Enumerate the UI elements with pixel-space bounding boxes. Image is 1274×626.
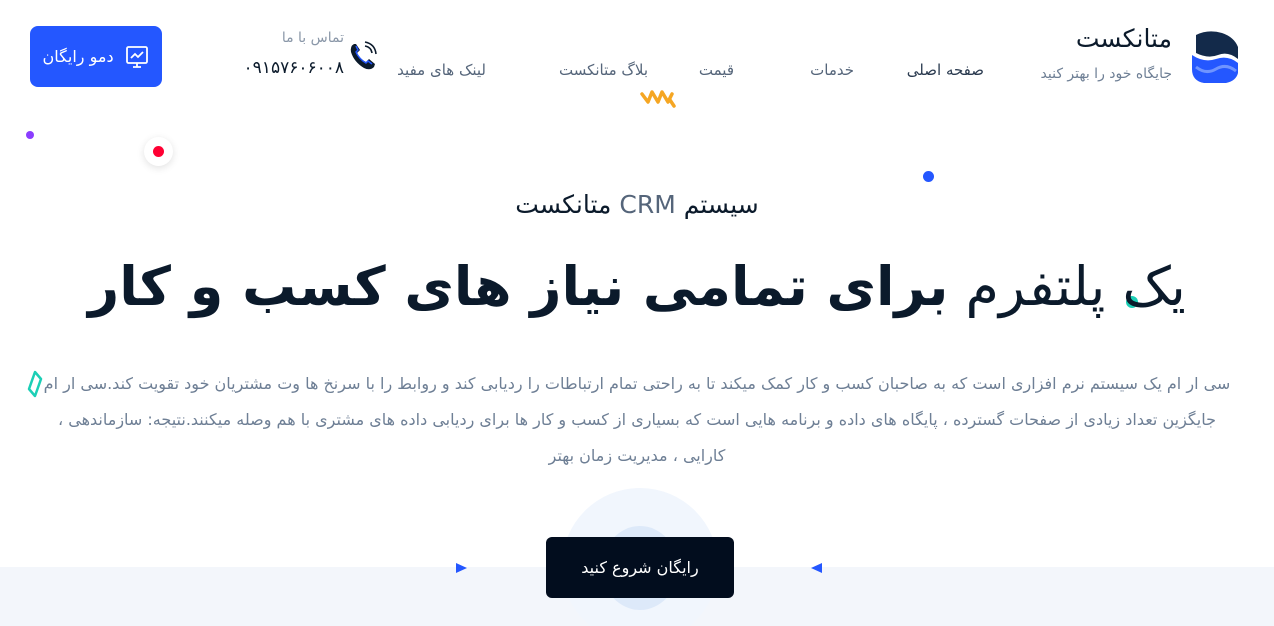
nav-item-price[interactable]: قیمت (699, 61, 734, 83)
hero-subtitle: سیستم CRM متانکست (0, 190, 1274, 219)
contact-phone-number[interactable]: ۰۹۱۵۷۶۰۶۰۰۸ (244, 58, 344, 78)
headline-light: یک پلتفرم (948, 255, 1186, 318)
zigzag-decoration-icon (640, 90, 676, 108)
start-free-label: رایگان شروع کنید (581, 558, 699, 577)
nav-item-home[interactable]: صفحه اصلی (907, 61, 984, 83)
brand-name[interactable]: متانکست (1076, 24, 1172, 53)
nav-item-blog[interactable]: بلاگ متانکست (559, 61, 648, 83)
headline-bold: برای تمامی نیاز های کسب و کار (88, 255, 949, 318)
free-demo-label: دمو رایگان (42, 47, 114, 66)
nav-item-useful-links[interactable]: لینک های مفید (397, 61, 486, 83)
contact-label: تماس با ما (281, 30, 344, 46)
red-dot-decoration (144, 137, 173, 166)
presentation-icon (125, 45, 148, 68)
brand-tagline: جایگاه خود را بهتر کنید (1040, 66, 1172, 82)
free-demo-button[interactable]: دمو رایگان (30, 26, 162, 87)
arrow-right-decoration-icon (811, 563, 934, 573)
blue-dot-decoration (923, 171, 934, 182)
purple-dot-decoration (26, 131, 34, 139)
subtitle-suffix: متانکست (515, 190, 620, 219)
start-free-button[interactable]: رایگان شروع کنید (546, 537, 734, 598)
arrow-left-decoration-icon (344, 563, 467, 573)
hero-description: سی ار ام یک سیستم نرم افزاری است که به ص… (43, 374, 1231, 465)
subtitle-crm: CRM (619, 190, 676, 219)
logo-icon[interactable] (1188, 29, 1242, 85)
nav-item-services[interactable]: خدمات (810, 61, 854, 83)
landing-page: متانکست جایگاه خود را بهتر کنید صفحه اصل… (0, 0, 1274, 626)
subtitle-prefix: سیستم (675, 190, 759, 219)
phone-icon[interactable] (348, 40, 378, 72)
hero-headline: یک پلتفرم برای تمامی نیاز های کسب و کار (0, 252, 1274, 322)
